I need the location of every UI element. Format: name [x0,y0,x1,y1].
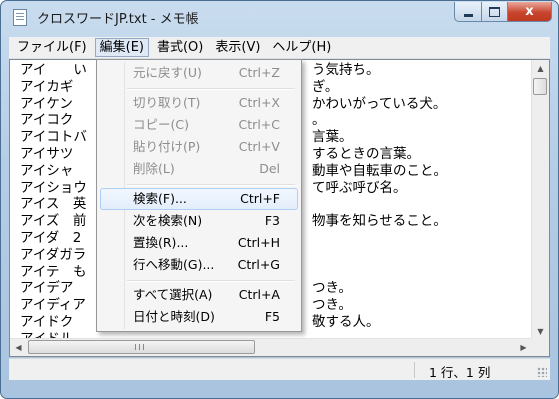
menu-item-label: 置換(R)... [133,235,189,250]
text-fragment: 敬する人。 [312,314,380,330]
menu-item-replace[interactable]: 置換(R)... Ctrl+H [100,232,298,254]
text-fragment: う気持ち。 [312,62,380,78]
text-fragment: 。 [312,112,326,129]
text-fragment: かわいがっている犬。 [312,95,447,112]
title-bar[interactable]: クロスワードJP.txt - メモ帳 x [1,1,558,31]
text-fragment: 言葉。 [312,129,353,146]
status-bar: 1 行、1 列 [9,358,550,380]
menu-item-label: 元に戻す(U) [133,65,202,80]
maximize-icon [489,6,500,17]
menu-item-select-all[interactable]: すべて選択(A) Ctrl+A [100,284,298,306]
menu-bar: ファイル(F) 編集(E) 書式(O) 表示(V) ヘルプ(H) [9,37,550,59]
edit-menu-dropdown: 元に戻す(U) Ctrl+Z 切り取り(T) Ctrl+X コピー(C) Ctr… [96,59,302,332]
minimize-button[interactable] [454,2,482,22]
text-line: アイカギ [20,78,74,95]
menu-item-shortcut: Ctrl+G [237,257,280,272]
menu-item-go-to[interactable]: 行へ移動(G)... Ctrl+G [100,254,298,276]
scroll-grip-icon [135,344,144,350]
text-line: アイケン [20,95,73,112]
window-title: クロスワードJP.txt - メモ帳 [37,12,199,27]
menu-item-label: 切り取り(T) [133,95,201,110]
text-fragment: 物事を知らせること。 [312,213,447,230]
text-fragment: つき。 [312,297,352,314]
text-fragment: するときの言葉。 [312,146,420,162]
text-fragment: ぎ。 [312,78,339,95]
maximize-button[interactable] [482,2,508,22]
scroll-up-arrow-icon[interactable]: ▲ [532,60,549,77]
horizontal-scrollbar[interactable]: ◀ ▶ [10,338,532,356]
text-line: アイス 英 [20,196,87,213]
menu-separator [127,280,295,282]
text-fragment: 動車や自転車のこと。 [312,162,447,179]
menu-item-label: 行へ移動(G)... [133,257,215,272]
menu-item-shortcut: Ctrl+X [238,95,280,110]
resize-grip-icon[interactable] [537,367,547,377]
scroll-left-arrow-icon[interactable]: ◀ [10,339,27,356]
menu-item-shortcut: Ctrl+A [238,287,280,302]
menu-edit[interactable]: 編集(E) [94,38,149,57]
menu-item-label: コピー(C) [133,117,189,132]
menu-item-copy[interactable]: コピー(C) Ctrl+C [100,114,298,136]
status-divider [414,362,415,378]
text-fragment: て呼ぶ呼び名。 [312,179,407,196]
menu-item-label: 次を検索(N) [133,213,203,228]
menu-item-shortcut: Ctrl+C [238,117,280,132]
notepad-icon[interactable] [13,9,27,26]
text-line: アイダガラ [20,246,87,263]
text-line: アイディア [20,297,86,314]
text-line: アイシャ [20,162,74,179]
menu-item-label: 検索(F)... [133,191,187,206]
close-icon: x [525,4,534,19]
text-line: アイズ 前 [20,213,87,230]
menu-item-find[interactable]: 検索(F)... Ctrl+F [100,188,298,210]
scrollbar-corner [531,338,549,356]
close-button[interactable]: x [508,2,552,22]
text-content: アイ い アイカギ アイケン アイコク アイコトバ アイサツ アイシャ アイショ… [20,62,87,348]
text-line: アイコトバ [20,129,87,146]
text-line: アイダ 2 [20,229,82,246]
menu-item-label: 削除(L) [133,161,175,176]
menu-item-shortcut: Ctrl+H [237,235,280,250]
menu-item-shortcut: Ctrl+V [238,139,280,154]
menu-item-paste[interactable]: 貼り付け(P) Ctrl+V [100,136,298,158]
menu-item-cut[interactable]: 切り取り(T) Ctrl+X [100,92,298,114]
text-line: アイドク [20,313,74,330]
text-line: アイ い [20,62,87,78]
menu-item-shortcut: F5 [264,309,280,324]
menu-item-delete[interactable]: 削除(L) Del [100,158,298,180]
menu-item-shortcut: Ctrl+Z [238,65,280,80]
menu-separator [127,184,295,186]
notepad-window: クロスワードJP.txt - メモ帳 x ファイル(F) 編集(E) 書式(O)… [0,0,559,399]
menu-format[interactable]: 書式(O) [153,38,207,57]
menu-separator [127,88,295,90]
menu-item-label: すべて選択(A) [133,287,213,302]
text-line: アイサツ [20,145,74,162]
menu-item-shortcut: F3 [264,213,280,228]
menu-item-time-date[interactable]: 日付と時刻(D) F5 [100,306,298,328]
menu-file[interactable]: ファイル(F) [13,38,91,57]
menu-item-label: 日付と時刻(D) [133,309,215,324]
menu-item-label: 貼り付け(P) [133,139,201,154]
menu-item-shortcut: Ctrl+F [240,191,280,206]
scroll-right-arrow-icon[interactable]: ▶ [515,339,532,356]
menu-view[interactable]: 表示(V) [211,38,264,57]
text-line: アイコク [20,112,74,129]
menu-item-find-next[interactable]: 次を検索(N) F3 [100,210,298,232]
menu-item-undo[interactable]: 元に戻す(U) Ctrl+Z [100,62,298,84]
cursor-position: 1 行、1 列 [429,365,491,380]
vertical-scroll-thumb[interactable] [533,78,547,95]
menu-item-shortcut: Del [259,161,280,176]
minimize-icon [463,14,473,17]
horizontal-scroll-thumb[interactable] [28,340,255,354]
text-fragment: つき。 [312,280,352,297]
caption-buttons: x [454,2,552,22]
text-line: アイデア [20,280,74,297]
text-line: アイショウ [20,179,87,196]
text-line: アイテ も [20,263,87,280]
vertical-scrollbar[interactable]: ▲ ▼ [531,60,549,340]
menu-help[interactable]: ヘルプ(H) [268,38,335,57]
